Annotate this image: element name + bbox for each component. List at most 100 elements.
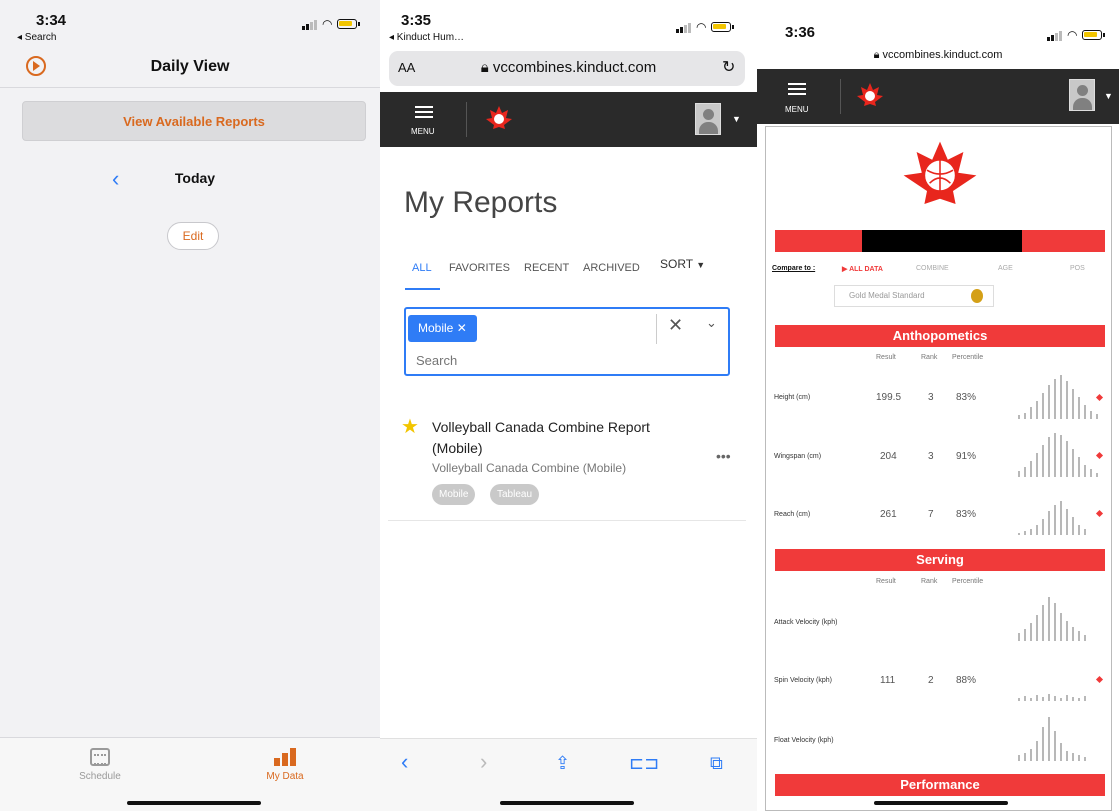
filter-box[interactable]: Mobile ✕ ✕ ⌄ [404, 307, 730, 376]
row-label: Attack Velocity (kph) [774, 619, 838, 626]
distribution-bar [1078, 631, 1080, 641]
calendar-icon [90, 748, 110, 766]
battery-icon [337, 19, 361, 29]
row-rank: 2 [928, 675, 934, 686]
athlete-marker [1095, 451, 1104, 460]
distribution-bar [1054, 731, 1056, 761]
compare-combine[interactable]: COMBINE [916, 265, 949, 272]
menu-icon[interactable] [788, 83, 806, 98]
distribution-bar [1072, 753, 1074, 761]
distribution-bar [1018, 471, 1020, 477]
distribution-bar [1072, 449, 1074, 477]
compare-all-data[interactable]: ▶ ALL DATA [842, 265, 883, 273]
tab-schedule[interactable]: Schedule [60, 748, 140, 782]
row-percentile: 91% [956, 451, 977, 462]
sort-dropdown[interactable]: SORT ▼ [660, 257, 705, 271]
row-result: 199.5 [876, 392, 902, 403]
back-icon[interactable]: ‹ [401, 749, 408, 775]
distribution-chart [1012, 491, 1106, 535]
distribution-bar [1048, 597, 1050, 641]
distribution-bar [1030, 623, 1032, 641]
menu-icon[interactable] [415, 106, 433, 121]
distribution-bar [1018, 698, 1020, 701]
avatar[interactable] [695, 103, 721, 135]
more-options-icon[interactable]: ••• [716, 448, 731, 464]
report-panel: Compare to : ▶ ALL DATA COMBINE AGE POS … [765, 126, 1112, 811]
chevron-down-icon[interactable]: ⌄ [706, 315, 717, 331]
lock-icon: 🔒︎ [480, 59, 493, 76]
medal-icon [971, 289, 983, 303]
avatar[interactable] [1069, 79, 1095, 111]
distribution-bar [1084, 529, 1086, 535]
lock-icon: 🔒︎ [873, 49, 883, 61]
row-label: Spin Velocity (kph) [774, 677, 832, 684]
distribution-bar [1030, 749, 1032, 761]
bookmarks-icon[interactable]: ⊏⊐ [629, 753, 659, 774]
distribution-bar [1048, 511, 1050, 535]
distribution-bar [1084, 465, 1086, 477]
tab-my-data[interactable]: My Data [245, 748, 325, 782]
share-icon[interactable]: ⇪ [555, 753, 570, 774]
tab-all[interactable]: ALL [412, 262, 432, 274]
distribution-bar [1066, 621, 1068, 641]
wifi-icon: ◠ [696, 20, 707, 34]
distribution-bar [1030, 407, 1032, 419]
volleyball-canada-logo [903, 141, 977, 204]
signal-icon [676, 22, 691, 33]
back-to-app-link[interactable]: ◂ Search [17, 32, 56, 43]
tab-label: Schedule [79, 771, 121, 782]
row-label: Wingspan (cm) [774, 453, 822, 460]
row-label: Height (cm) [774, 394, 811, 401]
distribution-bar [1096, 414, 1098, 419]
distribution-bar [1036, 615, 1038, 641]
report-title[interactable]: Volleyball Canada Combine Report (Mobile… [432, 417, 682, 459]
edit-button[interactable]: Edit [167, 222, 219, 250]
athlete-marker [1095, 393, 1104, 402]
url-text[interactable]: 🔒︎ vccombines.kinduct.com [757, 49, 1119, 62]
col-rank: Rank [921, 354, 938, 361]
distribution-bar [1084, 635, 1086, 641]
compare-pos[interactable]: POS [1070, 265, 1085, 272]
tag-badge: Mobile [432, 484, 476, 505]
section-header: Performance [775, 774, 1105, 796]
maple-leaf-logo[interactable] [484, 104, 514, 134]
tab-archived[interactable]: ARCHIVED [583, 262, 640, 274]
distribution-bar [1078, 525, 1080, 535]
tab-recent[interactable]: RECENT [524, 262, 569, 274]
maple-leaf-logo[interactable] [855, 81, 885, 111]
distribution-bar [1072, 697, 1074, 701]
view-reports-button[interactable]: View Available Reports [22, 101, 366, 141]
tab-favorites[interactable]: FAVORITES [449, 262, 510, 274]
back-to-app-link[interactable]: ◂ Kinduct Hum… [389, 32, 464, 43]
distribution-bar [1042, 519, 1044, 535]
distribution-bar [1042, 727, 1044, 761]
clear-icon[interactable]: ✕ [668, 315, 683, 336]
row-percentile: 88% [956, 675, 977, 686]
compare-age[interactable]: AGE [998, 265, 1013, 272]
distribution-bar [1054, 505, 1056, 535]
distribution-bar [1084, 757, 1086, 761]
distribution-chart [1012, 375, 1106, 419]
status-time: 3:36 [785, 24, 816, 41]
signal-icon [1047, 30, 1062, 41]
search-input[interactable] [416, 353, 716, 368]
distribution-bar [1042, 445, 1044, 477]
col-result: Result [876, 578, 896, 585]
reload-icon[interactable]: ↻ [722, 57, 735, 77]
status-icons: ◠ [676, 20, 735, 34]
distribution-bar [1090, 469, 1092, 477]
chevron-down-icon[interactable]: ▼ [1104, 91, 1113, 101]
chevron-down-icon[interactable]: ▼ [732, 114, 741, 124]
close-icon[interactable]: ✕ [457, 321, 467, 335]
distribution-bar [1060, 501, 1062, 535]
distribution-bar [1030, 461, 1032, 477]
gold-medal-standard[interactable]: Gold Medal Standard [834, 285, 994, 307]
forward-icon[interactable]: › [480, 749, 487, 775]
star-icon[interactable]: ★ [401, 414, 419, 439]
filter-chip[interactable]: Mobile ✕ [408, 315, 477, 342]
distribution-bar [1024, 413, 1026, 419]
distribution-bar [1042, 697, 1044, 701]
tabs-icon[interactable]: ⧉ [710, 753, 723, 774]
distribution-bar [1042, 393, 1044, 419]
distribution-bar [1036, 525, 1038, 535]
